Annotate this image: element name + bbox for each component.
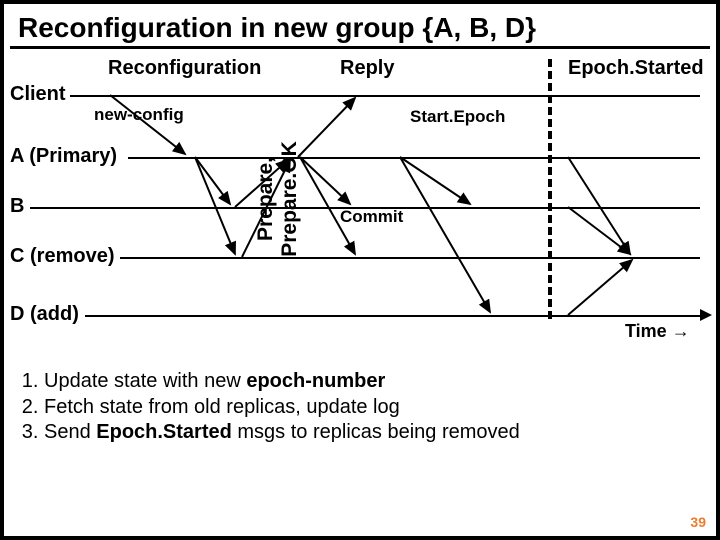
message-arrows [10, 53, 710, 323]
steps-list: Update state with new epoch-number Fetch… [4, 363, 716, 446]
slide-title: Reconfiguration in new group {A, B, D} [10, 4, 710, 49]
step-1: Update state with new epoch-number [44, 369, 704, 395]
time-label: Time → [625, 321, 690, 342]
step-3: Send Epoch.Started msgs to replicas bein… [44, 420, 704, 446]
page-number: 39 [690, 514, 706, 530]
timeline-diagram: Reconfiguration Reply Epoch.Started Clie… [10, 53, 710, 363]
step-2: Fetch state from old replicas, update lo… [44, 395, 704, 421]
